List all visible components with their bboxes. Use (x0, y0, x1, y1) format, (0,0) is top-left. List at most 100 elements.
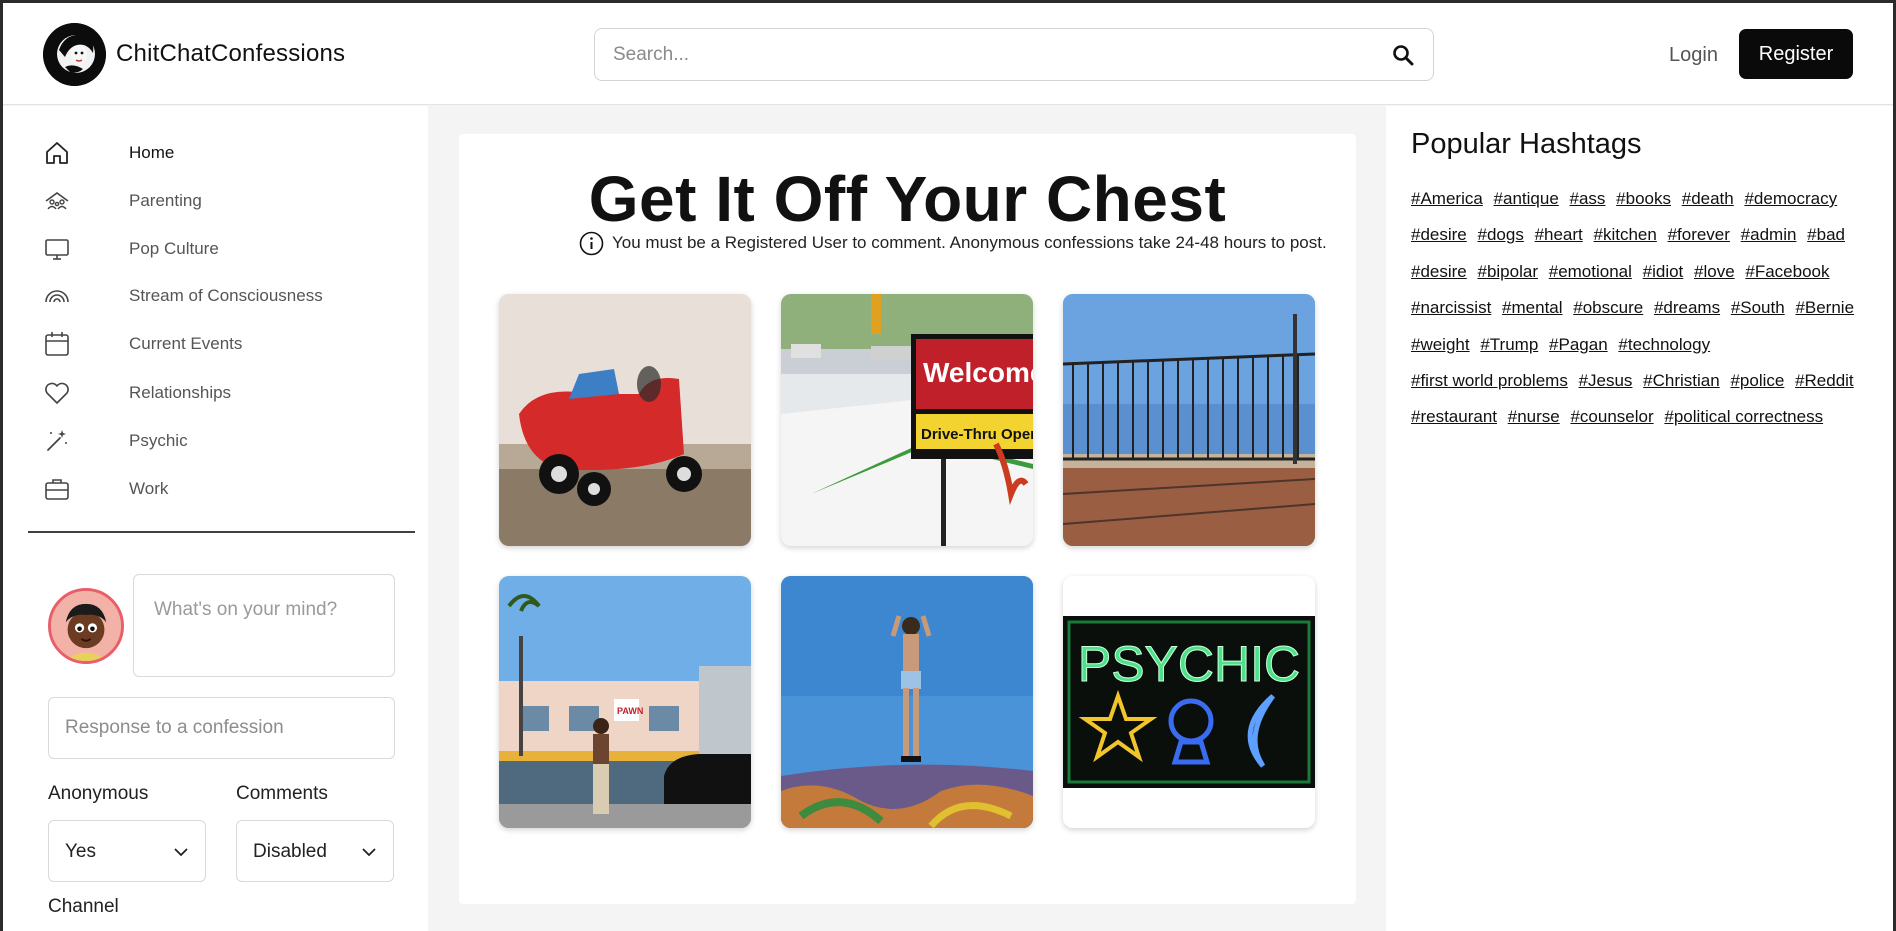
page-title: Get It Off Your Chest (588, 163, 1227, 235)
hashtag-link[interactable]: #South (1731, 298, 1785, 317)
sidebar-item-parenting[interactable]: Parenting (3, 181, 428, 221)
image-tile-toy-car[interactable] (499, 294, 751, 546)
info-icon (579, 231, 604, 256)
hashtag-link[interactable]: #counselor (1570, 407, 1653, 426)
image-tile-man-walking[interactable]: PAWN (499, 576, 751, 828)
hashtag-link[interactable]: #kitchen (1594, 225, 1657, 244)
login-link[interactable]: Login (1669, 44, 1718, 67)
hashtag-link[interactable]: #mental (1502, 298, 1562, 317)
hashtag-link[interactable]: #America (1411, 189, 1483, 208)
anonymous-select-value: Yes (65, 841, 96, 862)
hashtag-link[interactable]: #death (1682, 189, 1734, 208)
sidebar-item-pop-culture[interactable]: Pop Culture (3, 229, 428, 269)
response-input[interactable] (48, 697, 395, 759)
hashtag-link[interactable]: #political correctness (1664, 407, 1823, 426)
channel-label: Channel (48, 896, 119, 917)
hashtags-title: Popular Hashtags (1411, 128, 1642, 160)
comments-label: Comments (236, 783, 328, 804)
hashtag-link[interactable]: #dreams (1654, 298, 1720, 317)
sidebar-item-home[interactable]: Home (3, 133, 428, 173)
sidebar-item-psychic[interactable]: Psychic (3, 421, 428, 461)
psychic-sign-text: PSYCHIC (1078, 636, 1300, 692)
avatar[interactable] (48, 588, 124, 664)
hashtag-list: #America #antique #ass #books #death #de… (1411, 181, 1881, 436)
hashtag-link[interactable]: #weight (1411, 335, 1470, 354)
calendar-icon (45, 332, 69, 356)
monitor-icon (45, 239, 69, 260)
sidebar-item-current-events[interactable]: Current Events (3, 324, 428, 364)
search-icon[interactable] (1391, 43, 1415, 67)
briefcase-icon (45, 479, 69, 500)
sidebar-item-label: Current Events (129, 334, 243, 353)
register-button[interactable]: Register (1739, 29, 1853, 79)
search-bar (594, 28, 1434, 81)
notice: You must be a Registered User to comment… (519, 230, 1327, 256)
hashtag-link[interactable]: #Jesus (1579, 371, 1633, 390)
hashtag-link[interactable]: #books (1616, 189, 1671, 208)
hashtag-link[interactable]: #heart (1535, 225, 1583, 244)
hashtag-link[interactable]: #Bernie (1795, 298, 1854, 317)
heart-icon (45, 382, 69, 404)
hashtag-link[interactable]: #Trump (1480, 335, 1538, 354)
sidebar-item-label: Stream of Consciousness (129, 286, 323, 305)
hashtag-link[interactable]: #democracy (1744, 189, 1837, 208)
hashtag-link[interactable]: #Christian (1643, 371, 1720, 390)
main-card: Get It Off Your Chest You must be a Regi… (459, 134, 1356, 904)
hashtag-link[interactable]: #Reddit (1795, 371, 1854, 390)
top-header: ChitChatConfessions Login Register (3, 3, 1893, 105)
left-sidebar: Home Parenting Pop Culture Stream of Con… (3, 106, 428, 931)
hashtag-link[interactable]: #ass (1570, 189, 1606, 208)
hashtag-link[interactable]: #admin (1741, 225, 1797, 244)
comments-select-value: Disabled (253, 841, 327, 862)
app-window: ChitChatConfessions Login Register Home (3, 3, 1893, 931)
comments-select[interactable]: Disabled (236, 820, 394, 882)
image-tile-woman-on-wall[interactable] (781, 576, 1033, 828)
sidebar-item-label: Relationships (129, 383, 232, 402)
hashtag-link[interactable]: #first world problems (1411, 371, 1568, 390)
hashtag-link[interactable]: #obscure (1573, 298, 1643, 317)
hashtags-panel: Popular Hashtags #America #antique #ass … (1386, 106, 1893, 931)
anonymous-label: Anonymous (48, 783, 149, 804)
rainbow-icon (45, 290, 69, 303)
search-input[interactable] (613, 29, 1383, 80)
family-icon (45, 192, 69, 210)
sidebar-item-work[interactable]: Work (3, 469, 428, 509)
image-tile-psychic-neon[interactable]: PSYCHIC (1063, 576, 1315, 828)
chevron-down-icon (362, 848, 376, 857)
image-tile-fence[interactable] (1063, 294, 1315, 546)
hashtag-link[interactable]: #narcissist (1411, 298, 1491, 317)
sidebar-item-stream-of-consciousness[interactable]: Stream of Consciousness (3, 276, 428, 316)
welcome-sign-text: Welcome (923, 357, 1033, 388)
sidebar-item-label: Psychic (129, 431, 188, 450)
hashtag-link[interactable]: #Facebook (1745, 262, 1829, 281)
hashtag-link[interactable]: #dogs (1478, 225, 1524, 244)
hashtag-link[interactable]: #bad (1807, 225, 1845, 244)
hashtag-link[interactable]: #restaurant (1411, 407, 1497, 426)
drive-thru-sign-text: Drive-Thru Open (921, 426, 1033, 443)
sidebar-item-label: Parenting (129, 191, 202, 210)
hashtag-link[interactable]: #idiot (1643, 262, 1684, 281)
magic-wand-icon (47, 430, 67, 451)
home-icon (46, 142, 68, 164)
sidebar-item-relationships[interactable]: Relationships (3, 373, 428, 413)
hashtag-link[interactable]: #Pagan (1549, 335, 1608, 354)
pawn-sign-text: PAWN (617, 706, 643, 716)
hashtag-link[interactable]: #love (1694, 262, 1735, 281)
hashtag-link[interactable]: #nurse (1508, 407, 1560, 426)
brand-name[interactable]: ChitChatConfessions (116, 40, 345, 68)
image-tile-welcome-sign[interactable]: Welcome Drive-Thru Open (781, 294, 1033, 546)
anonymous-select[interactable]: Yes (48, 820, 206, 882)
hashtag-link[interactable]: #bipolar (1478, 262, 1539, 281)
hashtag-link[interactable]: #desire (1411, 225, 1467, 244)
hashtag-link[interactable]: #technology (1618, 335, 1710, 354)
confession-textarea[interactable] (133, 574, 395, 677)
sidebar-divider (28, 531, 415, 533)
hashtag-link[interactable]: #police (1730, 371, 1784, 390)
hashtag-link[interactable]: #desire (1411, 262, 1467, 281)
hashtag-link[interactable]: #antique (1494, 189, 1559, 208)
hashtag-link[interactable]: #emotional (1549, 262, 1632, 281)
sidebar-item-label: Pop Culture (129, 239, 219, 258)
notice-text: You must be a Registered User to comment… (612, 233, 1327, 252)
logo-icon[interactable] (43, 23, 106, 86)
hashtag-link[interactable]: #forever (1668, 225, 1730, 244)
